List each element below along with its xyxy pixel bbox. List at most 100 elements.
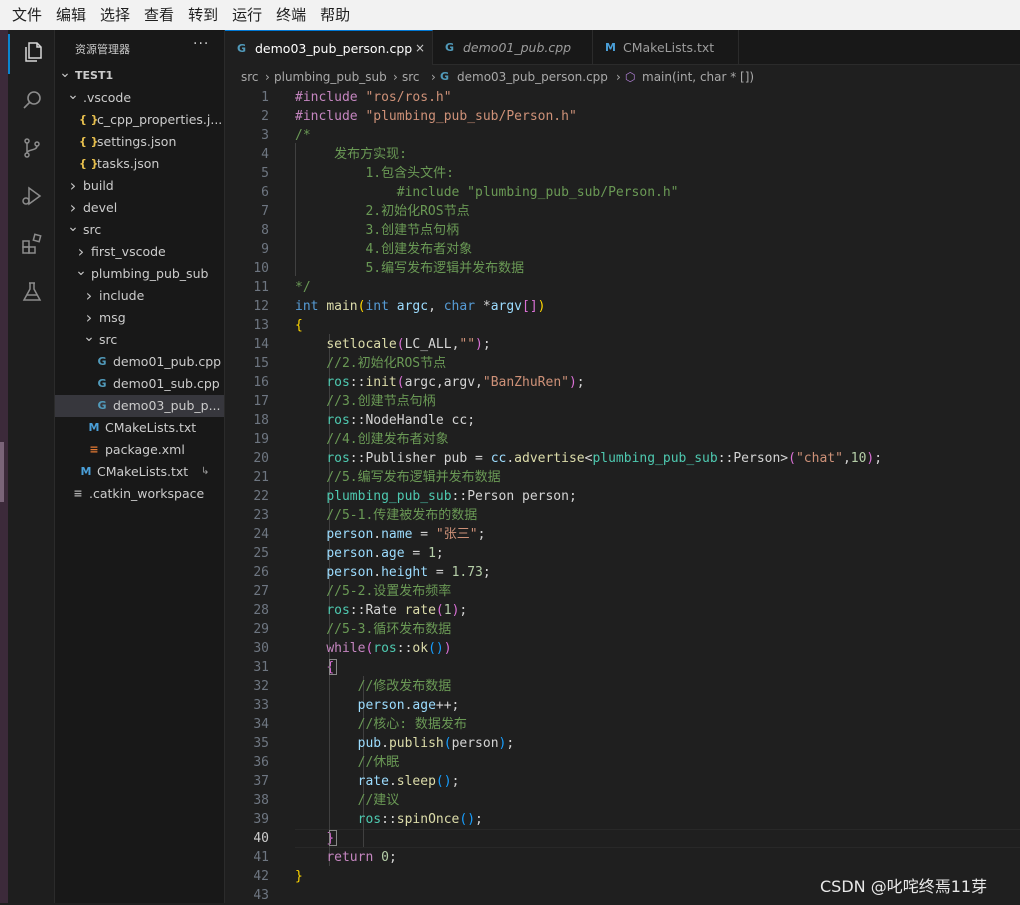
menu-item[interactable]: 运行 bbox=[224, 0, 268, 30]
tree-item-label: plumbing_pub_sub bbox=[91, 266, 209, 281]
source-control-view-button[interactable] bbox=[8, 130, 55, 170]
search-view-button[interactable] bbox=[8, 82, 55, 122]
breadcrumb-item[interactable]: main(int, char * []) bbox=[642, 65, 754, 89]
tree-item[interactable]: ⌄ src bbox=[55, 219, 224, 241]
code-token: , bbox=[842, 451, 851, 466]
bracket-match-highlight bbox=[329, 830, 337, 846]
text-file-icon: ≡ bbox=[73, 487, 83, 500]
tree-item-label: demo03_pub_p... bbox=[113, 398, 221, 413]
code-line: 3.创建节点句柄 bbox=[295, 221, 459, 240]
code-token: 1 bbox=[443, 603, 452, 618]
line-number: 15 bbox=[253, 356, 269, 371]
tree-item[interactable]: Gdemo01_sub.cpp bbox=[55, 373, 224, 395]
tree-item[interactable]: › include bbox=[55, 285, 224, 307]
code-line: //4.创建发布者对象 bbox=[295, 430, 448, 449]
code-token: cc bbox=[490, 451, 507, 466]
tree-item[interactable]: ⌄ plumbing_pub_sub bbox=[55, 263, 224, 285]
xml-file-icon: ≡ bbox=[89, 443, 99, 456]
code-token: ( bbox=[396, 375, 405, 390]
code-token: //5.编写发布逻辑并发布数据 bbox=[295, 470, 501, 485]
tree-item[interactable]: ≡ .catkin_workspace bbox=[55, 483, 224, 505]
code-line: //5-2.设置发布频率 bbox=[295, 582, 451, 601]
line-number: 21 bbox=[253, 470, 269, 485]
close-tab-icon[interactable]: × bbox=[415, 31, 425, 66]
cpp-file-icon: G bbox=[97, 355, 107, 368]
breadcrumb-item[interactable]: plumbing_pub_sub bbox=[274, 65, 387, 89]
tree-item-label: msg bbox=[99, 310, 126, 325]
menu-item[interactable]: 文件 bbox=[4, 0, 48, 30]
line-number: 33 bbox=[253, 698, 269, 713]
tree-item[interactable]: › first_vscode bbox=[55, 241, 224, 263]
tree-item-label: tasks.json bbox=[97, 156, 160, 171]
tree-item[interactable]: › build bbox=[55, 175, 224, 197]
tree-item[interactable]: ≡ package.xml bbox=[55, 439, 224, 461]
run-debug-icon bbox=[20, 184, 44, 212]
line-number: 17 bbox=[253, 394, 269, 409]
line-number: 9 bbox=[261, 242, 269, 257]
menu-item[interactable]: 选择 bbox=[92, 0, 136, 30]
editor-tab[interactable]: Gdemo03_pub_person.cpp × bbox=[225, 30, 433, 65]
code-token: () bbox=[435, 774, 452, 789]
editor-tab[interactable]: Gdemo01_pub.cpp bbox=[433, 30, 593, 65]
line-number: 29 bbox=[253, 622, 269, 637]
line-number: 1 bbox=[261, 90, 269, 105]
menu-item[interactable]: 帮助 bbox=[312, 0, 356, 30]
line-number: 23 bbox=[253, 508, 269, 523]
tree-item[interactable]: { } tasks.json bbox=[55, 153, 224, 175]
line-number: 20 bbox=[253, 451, 269, 466]
code-editor[interactable]: 1 #include "ros/ros.h" 2 #include "plumbing… bbox=[225, 89, 1020, 903]
code-token: ( bbox=[435, 603, 444, 618]
code-token: //建议 bbox=[295, 793, 400, 808]
menu-item[interactable]: 转到 bbox=[180, 0, 224, 30]
tree-item[interactable]: { } settings.json bbox=[55, 131, 224, 153]
more-actions-button[interactable]: ··· bbox=[193, 36, 209, 52]
tree-item[interactable]: ⌄ src bbox=[55, 329, 224, 351]
tree-item[interactable]: › devel bbox=[55, 197, 224, 219]
json-file-icon: { } bbox=[79, 157, 99, 170]
breadcrumb-item[interactable]: demo03_pub_person.cpp bbox=[457, 65, 608, 89]
tree-item[interactable]: M CMakeLists.txt ↳ bbox=[55, 461, 224, 483]
tree-item[interactable]: Gdemo03_pub_p... bbox=[55, 395, 224, 417]
code-token: ros bbox=[373, 641, 397, 656]
code-token: */ bbox=[295, 280, 311, 295]
tree-item-label: CMakeLists.txt bbox=[105, 420, 197, 435]
tree-item[interactable]: M CMakeLists.txt bbox=[55, 417, 224, 439]
menu-item[interactable]: 终端 bbox=[268, 0, 312, 30]
code-line: ros::init(argc,argv,"BanZhuRen"); bbox=[295, 373, 584, 392]
explorer-view-button[interactable] bbox=[8, 34, 55, 74]
code-token: sleep bbox=[396, 774, 436, 789]
code-token: rate bbox=[357, 774, 389, 789]
breadcrumb-item[interactable]: src bbox=[402, 65, 420, 89]
cpp-file-icon: G bbox=[440, 70, 450, 83]
tree-item[interactable]: › msg bbox=[55, 307, 224, 329]
line-number: 2 bbox=[261, 109, 269, 124]
code-token: init bbox=[365, 375, 397, 390]
tree-item-label: package.xml bbox=[105, 442, 185, 457]
tree-item[interactable]: ⌄ .vscode bbox=[55, 87, 224, 109]
tree-item[interactable]: ⌄ TEST1 bbox=[55, 65, 224, 87]
menu-item[interactable]: 查看 bbox=[136, 0, 180, 30]
line-number: 27 bbox=[253, 584, 269, 599]
code-token: #include bbox=[295, 90, 366, 105]
breadcrumb-item[interactable]: src bbox=[241, 65, 259, 89]
code-token: ; bbox=[451, 774, 460, 789]
line-number: 7 bbox=[261, 204, 269, 219]
code-line: 1.包含头文件: bbox=[295, 164, 453, 183]
tree-item[interactable]: Gdemo01_pub.cpp bbox=[55, 351, 224, 373]
code-token: ) bbox=[443, 641, 452, 656]
breadcrumb-separator-icon: › bbox=[265, 70, 270, 84]
tree-item[interactable]: { } c_cpp_properties.j... bbox=[55, 109, 224, 131]
code-token: ros bbox=[326, 451, 350, 466]
tree-item-label: src bbox=[99, 332, 118, 347]
editor-tab-bar: Gdemo03_pub_person.cpp × Gdemo01_pub.cpp M C… bbox=[225, 30, 1020, 65]
extensions-view-button[interactable] bbox=[8, 226, 55, 266]
testing-view-button[interactable] bbox=[8, 274, 55, 314]
run-debug-view-button[interactable] bbox=[8, 178, 55, 218]
editor-tab[interactable]: M CMakeLists.txt bbox=[593, 30, 739, 65]
menu-item[interactable]: 编辑 bbox=[48, 0, 92, 30]
